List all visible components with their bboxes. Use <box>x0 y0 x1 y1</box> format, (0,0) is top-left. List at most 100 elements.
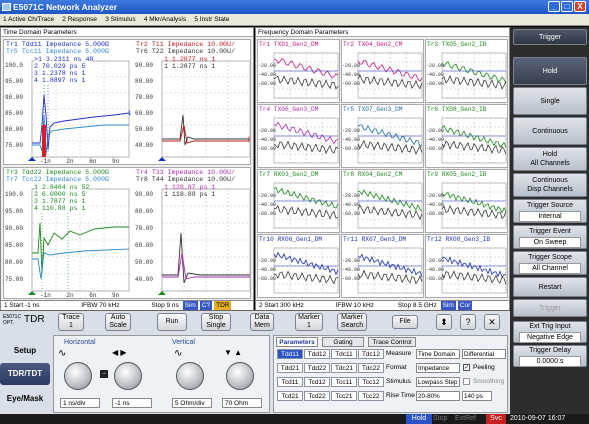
parameter-cell[interactable]: Tcd21 <box>277 391 303 401</box>
td-ch1-marker-readout: >1 3.2311 ns 48 2 70.029 ps 53 1.2378 ns … <box>34 56 94 84</box>
parameter-cell[interactable]: Tdd12 <box>304 349 330 359</box>
parameter-cell[interactable]: Tdd22 <box>304 363 330 373</box>
softkey-trigger-event[interactable]: Trigger Event On Sweep <box>513 225 587 249</box>
parameter-cell[interactable]: Tcc12 <box>358 377 384 387</box>
menu-item-active-ch[interactable]: 1 Active Ch/Trace <box>0 15 57 24</box>
td-cal-button[interactable]: C? <box>199 301 213 310</box>
stop-single-button[interactable]: Stop Single <box>201 313 231 331</box>
horizontal-position-value[interactable]: -1 ns <box>112 398 152 408</box>
softkey-restart[interactable]: Restart <box>513 277 587 297</box>
softkey-continuous-disp[interactable]: Continuous Disp Channels <box>513 173 587 197</box>
fd-plot-cell: Tr8 RX04_Gen2_CM -20.00 -40.00 -60.00 <box>341 169 424 233</box>
parameter-cell[interactable]: Tcc22 <box>358 391 384 401</box>
status-stop: Stop <box>433 415 448 422</box>
measure-mode-select[interactable]: Differential <box>462 349 506 359</box>
run-button[interactable]: Run <box>157 313 187 331</box>
td-start: 1 Start -1 ns <box>4 302 40 309</box>
td-ch2-header-2a: Tr4 T33 Impedance 10.00U/ <box>136 169 235 176</box>
softkey-trigger-delay[interactable]: Trigger Delay 0.0000 s <box>513 345 587 367</box>
nav-setup[interactable]: Setup <box>0 341 50 361</box>
softkey-single[interactable]: Single <box>513 87 587 115</box>
td-ch2-marker-readout: 1 2.8464 ns 52 2 6.0000 ns 53 1.7877 ns 1… <box>34 184 90 212</box>
menu-item-instr-state[interactable]: 5 Instr State <box>191 15 232 24</box>
vertical-position-knob[interactable] <box>226 362 254 390</box>
vertical-scale-knob[interactable] <box>176 362 204 390</box>
freq-domain-grid: Tr1 TX01_Gen2_DM -20.00 -40.00 -60.00 Tr2 TX… <box>257 38 509 300</box>
stimulus-select[interactable]: Lowpass Step <box>416 377 460 387</box>
menu-item-response[interactable]: 2 Response <box>59 15 100 24</box>
nav-eye-mask[interactable]: Eye/Mask <box>0 389 50 409</box>
softkey-continuous[interactable]: Continuous <box>513 117 587 145</box>
parameter-cell[interactable]: Tdc12 <box>358 349 384 359</box>
td-ch2-header-1a: Tr3 Tdd22 Impedance 5.000Ω <box>6 169 109 176</box>
parameter-cell[interactable]: Tcd12 <box>304 377 330 387</box>
menu-item-stimulus[interactable]: 3 Stimulus <box>102 15 138 24</box>
marker-search-button[interactable]: Marker Search <box>337 313 367 331</box>
tab-parameters[interactable]: Parameters <box>276 337 318 347</box>
sine-wave-icon: ∿ <box>58 348 67 359</box>
parameter-cell[interactable]: Tcd22 <box>304 391 330 401</box>
parameter-cell[interactable]: Tdd11 <box>277 349 303 359</box>
trace-button[interactable]: Trace 1 <box>58 313 84 331</box>
instrument-status-bar: Hold Stop ExtRef Svc 2010-09-07 16:07 <box>0 414 589 424</box>
td-sim-button[interactable]: Sim <box>182 301 198 310</box>
nav-tdr-tdt[interactable]: TDR/TDT <box>0 363 50 385</box>
menu-item-mkr-analysis[interactable]: 4 Mkr/Analysis <box>141 15 189 24</box>
link-arrow-icon[interactable]: → <box>100 370 108 378</box>
softkey-hold[interactable]: Hold <box>513 57 587 85</box>
softkey-trigger-scope[interactable]: Trigger Scope All Channel <box>513 251 587 275</box>
data-mem-button[interactable]: Data Mem <box>250 313 274 331</box>
maximize-button[interactable]: □ <box>561 1 573 12</box>
td-ch2-xaxis: -1n 2n 6n 9n <box>40 292 120 299</box>
fd-plot-title: Tr12 RX08_Gen3_IB <box>427 236 491 243</box>
td-ch1-header-2a: Tr2 T11 Impedance 10.00U/ <box>136 41 235 48</box>
fd-plot-title: Tr9 RX05_Gen2_IB <box>427 171 487 178</box>
rise-time-value[interactable]: 140 ps <box>462 391 492 401</box>
td-ch1-yaxis-left: 100.0 95.00 90.00 85.00 80.00 75.00 <box>5 62 24 149</box>
softkey-trigger[interactable]: Trigger <box>513 299 587 317</box>
td-tdr-button[interactable]: TDR <box>214 301 232 310</box>
softkey-trigger-source[interactable]: Trigger Source Internal <box>513 199 587 223</box>
parameter-cell[interactable]: Tdc22 <box>358 363 384 373</box>
time-domain-title: Time Domain Parameters <box>1 28 253 37</box>
softkey-ext-trig-input[interactable]: Ext Trig Input Negative Edge <box>513 321 587 343</box>
fd-plot-yaxis: -20.00 -40.00 -60.00 <box>342 128 361 152</box>
parameter-cell[interactable]: Tcd11 <box>277 377 303 387</box>
parameter-cell[interactable]: Tdd21 <box>277 363 303 373</box>
format-select[interactable]: Impedance <box>416 363 460 373</box>
parameter-cell[interactable]: Tcc11 <box>331 377 357 387</box>
parameter-cell[interactable]: Tdc21 <box>331 363 357 373</box>
fd-plot-yaxis: -20.00 -40.00 -60.00 <box>426 193 445 217</box>
close-panel-icon[interactable]: ✕ <box>484 314 500 330</box>
horizontal-scale-knob[interactable] <box>64 362 92 390</box>
softkey-hold-all[interactable]: Hold All Channels <box>513 147 587 171</box>
parameter-cell[interactable]: Tdc11 <box>331 349 357 359</box>
tab-gating[interactable]: Gating <box>322 337 364 347</box>
close-button[interactable]: X <box>574 1 586 12</box>
marker-button[interactable]: Marker 1 <box>295 313 323 331</box>
horizontal-position-knob[interactable] <box>114 362 142 390</box>
minimize-button[interactable]: _ <box>548 1 560 12</box>
tab-trace-control[interactable]: Trace Control <box>368 337 416 347</box>
td-ch2-yaxis-right: 90.00 80.00 70.00 60.00 50.00 40.00 <box>135 191 154 283</box>
td-channel-2: Tr3 Tdd22 Impedance 5.000Ω Tr7 Tcc22 Imp… <box>3 167 251 299</box>
td-ch2-header-2b: Tr8 T44 Impedance 10.00U/ <box>136 176 235 183</box>
autoscale-button[interactable]: Auto Scale <box>105 313 131 331</box>
fd-plot-yaxis: -20.00 -40.00 -60.00 <box>342 258 361 282</box>
peeling-checkbox[interactable]: ✓ <box>463 364 470 371</box>
rise-time-select[interactable]: 20-80% <box>416 391 460 401</box>
horizontal-scale-value[interactable]: 1 ns/div <box>60 398 100 408</box>
fd-sim-button[interactable]: Sim <box>440 301 456 310</box>
fd-plot-title: Tr5 TX07_Gen3_DM <box>343 106 403 113</box>
fd-stop: Stop 8.5 GHz <box>397 302 437 309</box>
file-button[interactable]: File <box>392 315 418 329</box>
help-icon[interactable]: ? <box>460 314 476 330</box>
measure-select[interactable]: Time Domain <box>416 349 460 359</box>
move-icon[interactable]: ⬍ <box>436 314 452 330</box>
parameter-cell[interactable]: Tcc21 <box>331 391 357 401</box>
vertical-position-value[interactable]: 70 Ohm <box>222 398 262 408</box>
fd-cor-button[interactable]: Cor <box>457 301 473 310</box>
fd-plot-cell: Tr9 RX05_Gen2_IB -20.00 -40.00 -60.00 <box>425 169 508 233</box>
vertical-scale-value[interactable]: 5 Ohm/div <box>172 398 212 408</box>
smoothing-checkbox[interactable] <box>463 378 470 385</box>
